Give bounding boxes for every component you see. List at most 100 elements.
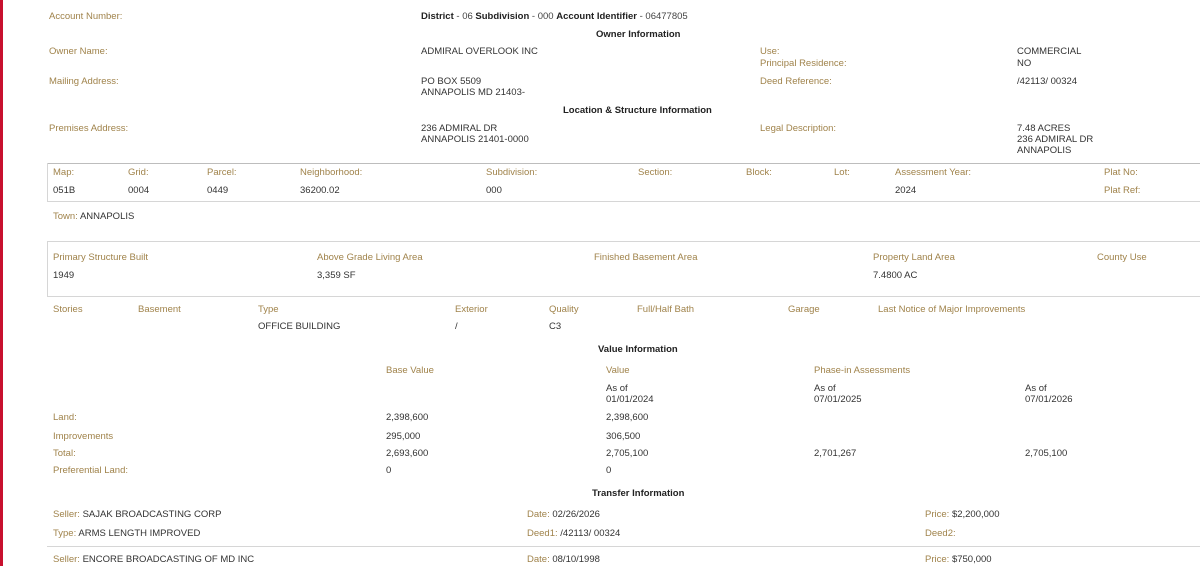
divider: [47, 296, 1200, 297]
map-label: Map:: [53, 167, 75, 178]
above-grade-living-area-label: Above Grade Living Area: [317, 252, 423, 263]
transfer-1-deed1: Deed1: /42113/ 00324: [527, 528, 620, 539]
grid-value: 0004: [128, 185, 150, 196]
major-improvements-label: Last Notice of Major Improvements: [878, 304, 1026, 315]
garage-label: Garage: [788, 304, 820, 315]
deed2-label: Deed2:: [925, 528, 956, 539]
table-border: [47, 163, 48, 201]
seller-value: ENCORE BROADCASTING OF MD INC: [82, 554, 255, 565]
town-label: Town:: [53, 211, 78, 222]
owner-name-label: Owner Name:: [49, 46, 108, 57]
price-label: Price:: [925, 509, 950, 520]
account-number-value: District - 06 Subdivision - 000 Account …: [421, 11, 688, 22]
date-label: Date:: [527, 554, 550, 565]
transfer-1-type: Type: ARMS LENGTH IMPROVED: [53, 528, 200, 539]
property-land-area-label: Property Land Area: [873, 252, 955, 263]
transfer-info-header: Transfer Information: [592, 488, 685, 499]
total-value: 2,705,100: [606, 448, 649, 459]
improvements-label: Improvements: [53, 431, 114, 442]
phase-date-2: 07/01/2026: [1025, 394, 1073, 405]
transfer-1-deed2: Deed2:: [925, 528, 956, 539]
price-value: $2,200,000: [951, 509, 1000, 520]
preferential-land-label: Preferential Land:: [53, 465, 128, 476]
improvements-base-value: 295,000: [386, 431, 421, 442]
deed1-label: Deed1:: [527, 528, 558, 539]
transfer-2-price: Price: $750,000: [925, 554, 992, 565]
total-phase-in-1: 2,701,267: [814, 448, 857, 459]
as-of-label: As of: [606, 383, 628, 394]
land-base-value: 2,398,600: [386, 412, 429, 423]
table-border: [47, 241, 48, 297]
seller-value: SAJAK BROADCASTING CORP: [82, 509, 222, 520]
district-value: 06: [462, 11, 473, 22]
principal-residence-label: Principal Residence:: [760, 58, 847, 69]
premises-address-line2: ANNAPOLIS 21401-0000: [421, 134, 529, 145]
mailing-address-line2: ANNAPOLIS MD 21403-: [421, 87, 526, 98]
neighborhood-value: 36200.02: [300, 185, 340, 196]
stories-label: Stories: [53, 304, 83, 315]
divider: [47, 163, 1200, 164]
phase-date-1: 07/01/2025: [814, 394, 862, 405]
phase-in-assessments-label: Phase-in Assessments: [814, 365, 911, 376]
premises-address-line1: 236 ADMIRAL DR: [421, 123, 498, 134]
plat-ref-label: Plat Ref:: [1104, 185, 1141, 196]
map-value: 051B: [53, 185, 76, 196]
neighborhood-label: Neighborhood:: [300, 167, 363, 178]
transfer-1-seller: Seller: SAJAK BROADCASTING CORP: [53, 509, 221, 520]
type-label: Type:: [53, 528, 77, 539]
separator: -: [639, 11, 643, 22]
district-label: District: [421, 11, 454, 22]
account-identifier-value: 06477805: [645, 11, 688, 22]
divider: [47, 241, 1200, 242]
land-label: Land:: [53, 412, 77, 423]
finished-basement-area-label: Finished Basement Area: [594, 252, 698, 263]
exterior-value: /: [455, 321, 458, 332]
date-value: 08/10/1998: [552, 554, 600, 565]
deed1-value: /42113/ 00324: [560, 528, 621, 539]
preferential-land-base-value: 0: [386, 465, 392, 476]
block-label: Block:: [746, 167, 772, 178]
account-number-label: Account Number:: [49, 11, 123, 22]
owner-info-header: Owner Information: [596, 29, 681, 40]
county-use-label: County Use: [1097, 252, 1147, 263]
transfer-2-date: Date: 08/10/1998: [527, 554, 600, 565]
preferential-land-value: 0: [606, 465, 612, 476]
transfer-2-seller: Seller: ENCORE BROADCASTING OF MD INC: [53, 554, 254, 565]
legal-description-line1: 7.48 ACRES: [1017, 123, 1071, 134]
transfer-1-price: Price: $2,200,000: [925, 509, 999, 520]
section-label: Section:: [638, 167, 673, 178]
value-label: Value: [606, 365, 630, 376]
mailing-address-label: Mailing Address:: [49, 76, 119, 87]
type-value: ARMS LENGTH IMPROVED: [78, 528, 201, 539]
seller-label: Seller:: [53, 509, 80, 520]
primary-structure-built-label: Primary Structure Built: [53, 252, 149, 263]
property-land-area-value: 7.4800 AC: [873, 270, 918, 281]
deed-reference-value: /42113/ 00324: [1017, 76, 1078, 87]
exterior-label: Exterior: [455, 304, 488, 315]
improvements-value: 306,500: [606, 431, 641, 442]
as-of-label: As of: [1025, 383, 1047, 394]
base-value-label: Base Value: [386, 365, 434, 376]
transfer-1-date: Date: 02/26/2026: [527, 509, 600, 520]
full-half-bath-label: Full/Half Bath: [637, 304, 695, 315]
type-label: Type: [258, 304, 279, 315]
price-value: $750,000: [951, 554, 992, 565]
value-info-header: Value Information: [598, 344, 678, 355]
total-label: Total:: [53, 448, 76, 459]
legal-description-line2: 236 ADMIRAL DR: [1017, 134, 1094, 145]
use-label: Use:: [760, 46, 780, 57]
deed-reference-label: Deed Reference:: [760, 76, 832, 87]
parcel-value: 0449: [207, 185, 229, 196]
legal-description-line3: ANNAPOLIS: [1017, 145, 1072, 156]
town-value: ANNAPOLIS: [79, 211, 135, 222]
page-left-edge: [0, 0, 3, 566]
quality-label: Quality: [549, 304, 579, 315]
legal-description-label: Legal Description:: [760, 123, 837, 134]
quality-value: C3: [549, 321, 562, 332]
grid-label: Grid:: [128, 167, 149, 178]
separator: -: [456, 11, 460, 22]
price-label: Price:: [925, 554, 950, 565]
assessment-year-value: 2024: [895, 185, 917, 196]
total-phase-in-2: 2,705,100: [1025, 448, 1068, 459]
plat-no-label: Plat No:: [1104, 167, 1138, 178]
